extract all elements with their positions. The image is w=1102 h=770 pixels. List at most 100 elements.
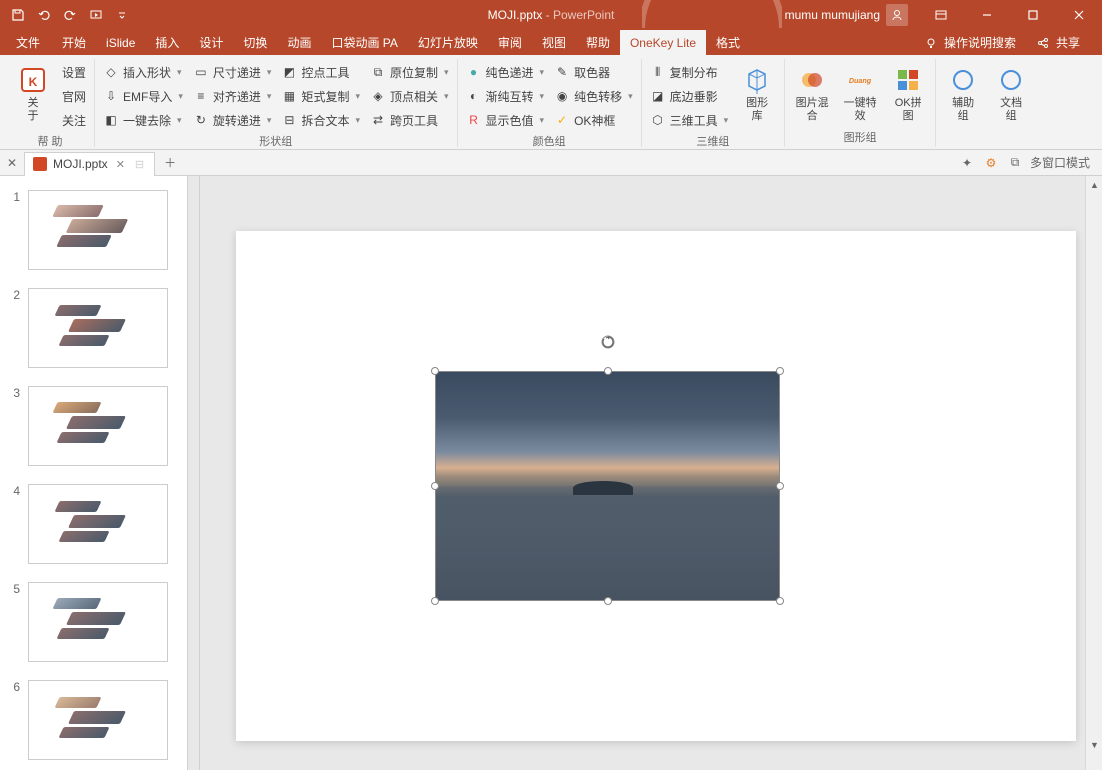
resize-handle-bl[interactable] (431, 597, 439, 605)
image-library-button[interactable]: 图形 库 (734, 61, 780, 127)
minimize-button[interactable] (964, 0, 1010, 30)
redo-icon[interactable] (58, 3, 82, 27)
slide-thumbnail[interactable] (28, 386, 168, 466)
star-icon[interactable]: ✦ (958, 154, 976, 172)
one-key-fx-button[interactable]: Duang 一键特 效 (837, 61, 883, 127)
tab-islide[interactable]: iSlide (96, 30, 145, 55)
one-key-remove-button[interactable]: ◧一键去除▾ (99, 109, 187, 131)
ribbon-group-shape: ◇插入形状▾ ⇩EMF导入▾ ◧一键去除▾ ▭尺寸递进▾ ≡对齐递进▾ ↻旋转递… (95, 59, 458, 147)
thumbnail-row[interactable]: 2 (0, 284, 187, 382)
thumbnail-row[interactable]: 3 (0, 382, 187, 480)
tab-animation[interactable]: 动画 (277, 30, 321, 55)
tab-home[interactable]: 开始 (52, 30, 96, 55)
tab-onekey-lite[interactable]: OneKey Lite (620, 30, 706, 55)
multiwindow-label[interactable]: 多窗口模式 (1030, 154, 1090, 171)
insert-shape-button[interactable]: ◇插入形状▾ (99, 61, 187, 83)
user-account[interactable]: mumu mumujiang (775, 0, 918, 30)
cross-page-button[interactable]: ⇄跨页工具 (366, 109, 453, 131)
ribbon-options-icon[interactable] (918, 0, 964, 30)
slide-thumbnail[interactable] (28, 582, 168, 662)
thumbnail-row[interactable]: 4 (0, 480, 187, 578)
share-button[interactable]: 共享 (1028, 30, 1088, 55)
import-icon: ⇩ (103, 88, 119, 104)
tab-format[interactable]: 格式 (706, 30, 750, 55)
tab-transition[interactable]: 切换 (233, 30, 277, 55)
pin-tab-icon[interactable]: ⊟ (133, 158, 146, 171)
pure-transfer-button[interactable]: ◉纯色转移▾ (550, 85, 637, 107)
scroll-down-icon[interactable]: ▼ (1086, 736, 1102, 753)
close-tab-icon[interactable]: ✕ (114, 158, 127, 171)
document-tab-current[interactable]: MOJI.pptx ✕ ⊟ (24, 152, 155, 176)
tab-file[interactable]: 文件 (4, 30, 52, 55)
control-tool-button[interactable]: ◩控点工具 (277, 61, 364, 83)
about-button[interactable]: K 关 于 (10, 61, 56, 127)
official-site-button[interactable]: 官网 (58, 85, 90, 107)
rotate-step-button[interactable]: ↻旋转递进▾ (189, 109, 276, 131)
top-related-button[interactable]: ◈顶点相关▾ (366, 85, 453, 107)
3d-tool-button[interactable]: ⬡三维工具▾ (646, 109, 733, 131)
selected-image[interactable] (435, 371, 780, 601)
resize-handle-bm[interactable] (604, 597, 612, 605)
slide-thumbnails-pane[interactable]: 1 2 3 4 5 6 (0, 176, 188, 770)
tab-slideshow[interactable]: 幻灯片放映 (408, 30, 488, 55)
thumbnail-row[interactable]: 6 (0, 676, 187, 770)
resize-handle-tm[interactable] (604, 367, 612, 375)
vertical-scrollbar[interactable]: ▲ ▼ (1085, 176, 1102, 770)
undo-icon[interactable] (32, 3, 56, 27)
resize-handle-ml[interactable] (431, 482, 439, 490)
thumbnail-row[interactable]: 1 (0, 186, 187, 284)
emf-import-button[interactable]: ⇩EMF导入▾ (99, 85, 187, 107)
scroll-up-icon[interactable]: ▲ (1086, 176, 1102, 193)
bottom-shadow-button[interactable]: ◪底边垂影 (646, 85, 733, 107)
resize-handle-mr[interactable] (776, 482, 784, 490)
maximize-button[interactable] (1010, 0, 1056, 30)
save-icon[interactable] (6, 3, 30, 27)
resize-handle-br[interactable] (776, 597, 784, 605)
resize-handle-tr[interactable] (776, 367, 784, 375)
ok-magic-button[interactable]: ✓OK神框 (550, 109, 637, 131)
tab-view[interactable]: 视图 (532, 30, 576, 55)
tab-design[interactable]: 设计 (189, 30, 233, 55)
tab-pocket-animation[interactable]: 口袋动画 PA (321, 30, 407, 55)
align-step-button[interactable]: ≡对齐递进▾ (189, 85, 276, 107)
add-tab-button[interactable]: ＋ (159, 152, 181, 174)
close-all-icon[interactable]: ✕ (4, 155, 20, 171)
close-button[interactable] (1056, 0, 1102, 30)
multiwindow-icon[interactable]: ⧉ (1006, 154, 1024, 172)
show-color-button[interactable]: R显示色值▾ (462, 109, 549, 131)
gradient-swap-button[interactable]: ◐渐纯互转▾ (462, 85, 549, 107)
slide[interactable] (236, 231, 1076, 741)
thumbnail-row[interactable]: 5 (0, 578, 187, 676)
tab-insert[interactable]: 插入 (145, 30, 189, 55)
tab-review[interactable]: 审阅 (488, 30, 532, 55)
slide-thumbnail[interactable] (28, 680, 168, 760)
aux-group-button[interactable]: 辅助 组 (940, 61, 986, 127)
tab-help[interactable]: 帮助 (576, 30, 620, 55)
pure-step-button[interactable]: ●纯色递进▾ (462, 61, 549, 83)
gear-icon[interactable]: ⚙ (982, 154, 1000, 172)
image-blend-label: 图片混 合 (796, 97, 829, 123)
group-label-help: 帮 助 (37, 131, 62, 151)
follow-button[interactable]: 关注 (58, 109, 90, 131)
canvas-gutter (188, 176, 200, 770)
color-picker-button[interactable]: ✎取色器 (550, 61, 637, 83)
size-step-button[interactable]: ▭尺寸递进▾ (189, 61, 276, 83)
slide-thumbnail[interactable] (28, 484, 168, 564)
image-blend-button[interactable]: 图片混 合 (789, 61, 835, 127)
matrix-copy-button[interactable]: ▦矩式复制▾ (277, 85, 364, 107)
ok-puzzle-button[interactable]: OK拼 图 (885, 61, 931, 127)
settings-button[interactable]: 设置 (58, 61, 90, 83)
copy-distribute-button[interactable]: ⫴复制分布 (646, 61, 733, 83)
split-text-button[interactable]: ⊟拆合文本▾ (277, 109, 364, 131)
qa-dropdown-icon[interactable] (110, 3, 134, 27)
origin-copy-button[interactable]: ⧉原位复制▾ (366, 61, 453, 83)
slide-thumbnail[interactable] (28, 190, 168, 270)
slide-thumbnail[interactable] (28, 288, 168, 368)
tell-me-search[interactable]: 操作说明搜索 (916, 30, 1024, 55)
slide-canvas-area[interactable]: ▲ ▼ (188, 176, 1102, 770)
doc-group-button[interactable]: 文档 组 (988, 61, 1034, 127)
rotate-handle[interactable] (600, 334, 616, 350)
workspace: 1 2 3 4 5 6 ▲ ▼ (0, 176, 1102, 770)
resize-handle-tl[interactable] (431, 367, 439, 375)
start-from-beginning-icon[interactable] (84, 3, 108, 27)
